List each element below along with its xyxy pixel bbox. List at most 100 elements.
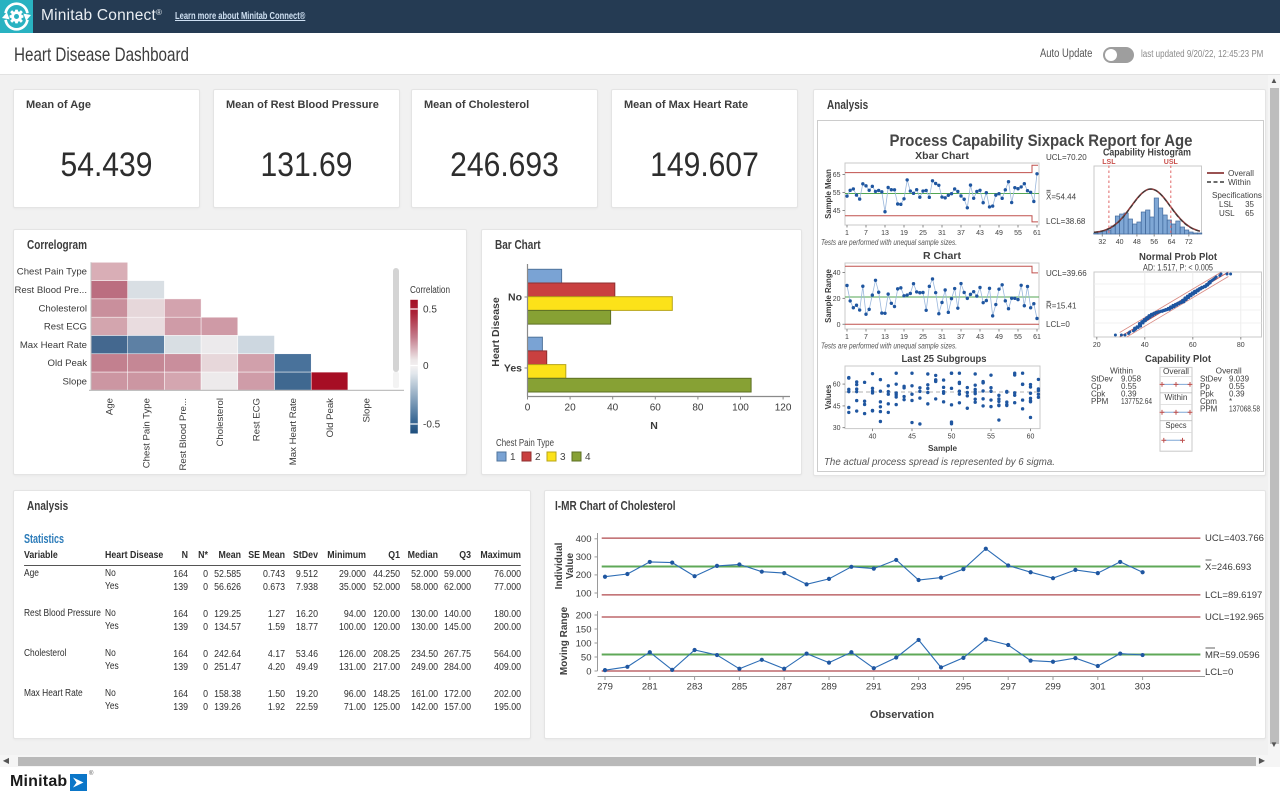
svg-text:Xbar Chart: Xbar Chart	[915, 150, 969, 162]
svg-text:0: 0	[525, 403, 531, 414]
svg-text:Sample Range: Sample Range	[824, 268, 833, 322]
svg-text:40: 40	[869, 434, 877, 441]
svg-text:X=246.693: X=246.693	[1205, 562, 1251, 573]
svg-text:LCL=0: LCL=0	[1046, 320, 1070, 329]
svg-text:Heart Disease: Heart Disease	[490, 297, 502, 367]
svg-text:45: 45	[833, 208, 841, 215]
svg-text:USL: USL	[1219, 209, 1235, 218]
svg-text:Slope: Slope	[62, 377, 87, 388]
svg-text:Chest Pain Type: Chest Pain Type	[17, 267, 87, 278]
svg-text:LSL: LSL	[1102, 159, 1116, 166]
svg-text:Cholesterol: Cholesterol	[38, 303, 87, 314]
svg-text:Observation: Observation	[870, 709, 934, 721]
svg-text:40: 40	[607, 403, 619, 414]
svg-text:40: 40	[833, 270, 841, 277]
svg-text:65: 65	[833, 172, 841, 179]
svg-text:60: 60	[833, 382, 841, 389]
svg-text:Old Peak: Old Peak	[325, 398, 336, 438]
svg-text:Rest ECG: Rest ECG	[44, 322, 87, 333]
svg-text:Rest Blood Pre...: Rest Blood Pre...	[178, 398, 189, 471]
svg-text:3: 3	[560, 452, 566, 463]
svg-text:200: 200	[576, 610, 592, 621]
svg-text:N: N	[650, 420, 658, 432]
svg-text:80: 80	[692, 403, 704, 414]
svg-text:X=54.44: X=54.44	[1046, 193, 1077, 202]
svg-text:289: 289	[821, 682, 837, 693]
svg-text:Yes: Yes	[504, 363, 522, 375]
svg-text:UCL=403.766: UCL=403.766	[1205, 533, 1264, 544]
svg-text:55: 55	[1014, 230, 1022, 237]
svg-text:R=15.41: R=15.41	[1046, 302, 1077, 311]
svg-text:300: 300	[576, 552, 592, 563]
svg-text:Max Heart Rate: Max Heart Rate	[288, 398, 299, 465]
svg-text:7: 7	[864, 230, 868, 237]
svg-text:200: 200	[576, 570, 592, 581]
svg-text:Values: Values	[824, 384, 833, 409]
svg-text:49: 49	[995, 230, 1003, 237]
svg-text:0: 0	[586, 666, 591, 677]
svg-text:0: 0	[837, 322, 841, 329]
svg-text:37: 37	[957, 230, 965, 237]
svg-text:43: 43	[976, 334, 984, 341]
svg-text:2: 2	[535, 452, 541, 463]
svg-text:65: 65	[1245, 209, 1254, 218]
svg-text:Chest Pain Type: Chest Pain Type	[141, 398, 152, 468]
svg-text:Sample: Sample	[928, 444, 958, 453]
svg-text:R Chart: R Chart	[923, 250, 961, 262]
svg-text:Capability Plot: Capability Plot	[1145, 353, 1211, 365]
svg-text:UCL=39.66: UCL=39.66	[1046, 269, 1087, 278]
svg-text:37: 37	[957, 334, 965, 341]
svg-text:60: 60	[650, 403, 662, 414]
svg-text:0.5: 0.5	[423, 305, 437, 316]
svg-text:61: 61	[1033, 230, 1041, 237]
svg-text:43: 43	[976, 230, 984, 237]
svg-text:PPM: PPM	[1200, 405, 1218, 414]
svg-text:The actual process spread is r: The actual process spread is represented…	[824, 457, 1055, 468]
svg-text:Tests are performed with unequ: Tests are performed with unequal sample …	[821, 237, 957, 247]
svg-text:281: 281	[642, 682, 658, 693]
svg-text:100: 100	[576, 588, 592, 599]
svg-text:Rest ECG: Rest ECG	[252, 398, 263, 441]
svg-text:Sample Mean: Sample Mean	[824, 169, 833, 219]
svg-text:72: 72	[1185, 239, 1193, 246]
svg-text:25: 25	[919, 230, 927, 237]
svg-text:100: 100	[576, 638, 592, 649]
svg-text:Normal Prob Plot: Normal Prob Plot	[1139, 251, 1217, 263]
svg-text:45: 45	[908, 434, 916, 441]
svg-text:301: 301	[1090, 682, 1106, 693]
svg-text:LCL=38.68: LCL=38.68	[1046, 217, 1086, 226]
svg-text:LCL=89.6197: LCL=89.6197	[1205, 590, 1262, 601]
svg-text:50: 50	[581, 652, 592, 663]
svg-text:56: 56	[1150, 239, 1158, 246]
svg-text:150: 150	[576, 624, 592, 635]
svg-text:293: 293	[911, 682, 927, 693]
svg-text:PPM: PPM	[1091, 397, 1109, 406]
svg-text:Correlation: Correlation	[410, 285, 450, 296]
svg-text:Old Peak: Old Peak	[48, 358, 88, 369]
svg-text:Specs: Specs	[1166, 421, 1187, 430]
svg-text:45: 45	[833, 403, 841, 410]
svg-text:Slope: Slope	[362, 398, 373, 423]
svg-text:LSL: LSL	[1219, 200, 1234, 209]
svg-text:Age: Age	[105, 398, 116, 415]
svg-text:299: 299	[1045, 682, 1061, 693]
svg-text:61: 61	[1033, 334, 1041, 341]
svg-text:100: 100	[732, 403, 749, 414]
svg-text:1: 1	[845, 230, 849, 237]
svg-text:Specifications: Specifications	[1212, 191, 1262, 200]
svg-text:No: No	[508, 292, 522, 304]
svg-text:Within: Within	[1228, 178, 1251, 187]
svg-text:50: 50	[948, 434, 956, 441]
svg-text:400: 400	[576, 534, 592, 545]
svg-text:48: 48	[1133, 239, 1141, 246]
svg-text:287: 287	[776, 682, 792, 693]
svg-text:295: 295	[955, 682, 971, 693]
svg-text:19: 19	[900, 230, 908, 237]
svg-text:LCL=0: LCL=0	[1205, 667, 1233, 678]
svg-text:291: 291	[866, 682, 882, 693]
svg-text:297: 297	[1000, 682, 1016, 693]
svg-text:120: 120	[775, 403, 792, 414]
svg-text:32: 32	[1098, 239, 1106, 246]
svg-text:20: 20	[833, 296, 841, 303]
svg-text:30: 30	[833, 425, 841, 432]
